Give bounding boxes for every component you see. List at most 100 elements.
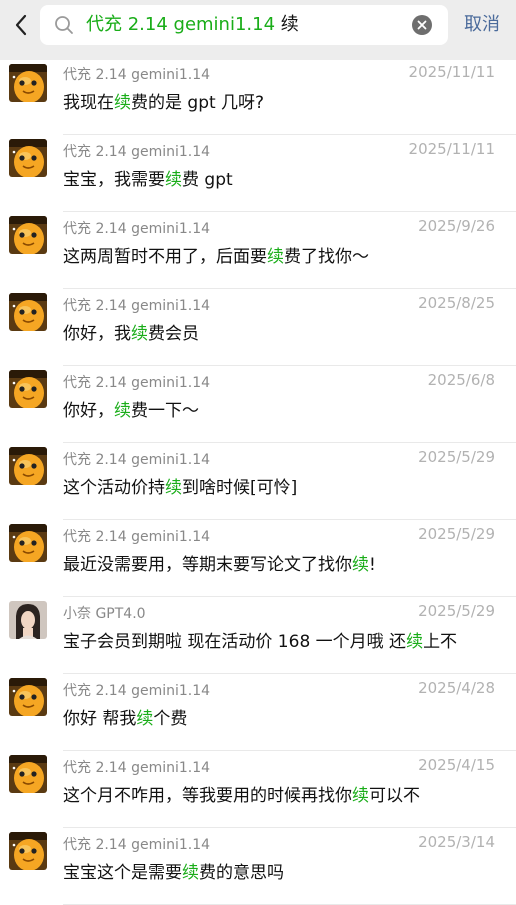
search-query-highlight: 代充 2.14 gemini1.14: [86, 14, 276, 35]
search-result-item[interactable]: 代充 2.14 gemini1.14 2025/11/11 我现在续费的是 gpt …: [0, 58, 516, 135]
snippet-keyword: 续: [136, 709, 154, 729]
search-result-item[interactable]: 代充 2.14 gemini1.14 2025/11/11 宝宝，我需要续费 gpt: [0, 135, 516, 212]
search-input[interactable]: 代充 2.14 gemini1.14 续: [40, 5, 448, 45]
avatar: [9, 524, 47, 562]
orange-mascot-avatar-icon: [9, 524, 47, 562]
back-button[interactable]: [6, 10, 36, 40]
snippet-text: 这个月不咋用，等我要用的时候再找你: [63, 786, 352, 806]
snippet-text: 你好，我: [63, 324, 131, 344]
orange-mascot-avatar-icon: [9, 293, 47, 331]
snippet-text: 你好，: [63, 401, 114, 421]
message-date: 2025/4/15: [418, 756, 495, 774]
avatar: [9, 293, 47, 331]
sender-name: 小奈 GPT4.0: [63, 606, 146, 622]
snippet-text: 费会员: [148, 324, 199, 344]
avatar: [9, 370, 47, 408]
snippet-text: 费 gpt: [182, 170, 233, 190]
snippet-text: 我现在: [63, 93, 114, 113]
sender-name: 代充 2.14 gemini1.14: [63, 683, 211, 699]
sender-name: 代充 2.14 gemini1.14: [63, 67, 211, 83]
orange-mascot-avatar-icon: [9, 832, 47, 870]
message-snippet: 这两周暂时不用了，后面要续费了找你～: [63, 242, 369, 267]
snippet-text: 上不: [423, 632, 458, 652]
snippet-text: 你好 帮我: [63, 709, 137, 729]
snippet-text: 费的是 gpt 几呀?: [131, 93, 265, 113]
search-result-item[interactable]: 代充 2.14 gemini1.14 2025/3/14 宝宝这个是需要续费的意思吗: [0, 828, 516, 905]
orange-mascot-avatar-icon: [9, 447, 47, 485]
search-result-item[interactable]: 代充 2.14 gemini1.14 2025/4/28 你好 帮我续个费: [0, 674, 516, 751]
snippet-keyword: 续: [267, 247, 284, 267]
search-result-item[interactable]: 代充 2.14 gemini1.14 2025/8/25 你好，我续费会员: [0, 289, 516, 366]
message-date: 2025/9/26: [418, 217, 495, 235]
snippet-text: 费一下～: [131, 401, 199, 421]
snippet-text: 最近没需要用，等期末要写论文了找你: [63, 555, 352, 575]
chevron-left-icon: [15, 14, 27, 36]
message-snippet: 这个活动价持续到啥时候[可怜]: [63, 473, 297, 498]
sender-name: 代充 2.14 gemini1.14: [63, 375, 211, 391]
orange-mascot-avatar-icon: [9, 139, 47, 177]
message-date: 2025/5/29: [418, 525, 495, 543]
orange-mascot-avatar-icon: [9, 216, 47, 254]
message-date: 2025/11/11: [408, 140, 495, 158]
message-date: 2025/6/8: [427, 371, 495, 389]
snippet-text: 个费: [153, 709, 188, 729]
search-query-tail: 续: [275, 14, 299, 35]
orange-mascot-avatar-icon: [9, 755, 47, 793]
avatar: [9, 447, 47, 485]
search-result-item[interactable]: 代充 2.14 gemini1.14 2025/4/15 这个月不咋用，等我要用的时…: [0, 751, 516, 828]
sender-name: 代充 2.14 gemini1.14: [63, 144, 211, 160]
search-results-list: 代充 2.14 gemini1.14 2025/11/11 我现在续费的是 gpt …: [0, 58, 516, 905]
snippet-keyword: 续: [131, 324, 148, 344]
avatar: [9, 832, 47, 870]
snippet-text: !: [369, 555, 376, 575]
snippet-keyword: 续: [352, 555, 369, 575]
search-query: 代充 2.14 gemini1.14 续: [86, 5, 299, 45]
message-date: 2025/5/29: [418, 602, 495, 620]
message-snippet: 宝宝，我需要续费 gpt: [63, 165, 233, 190]
snippet-text: 这两周暂时不用了，后面要: [63, 247, 267, 267]
search-result-item[interactable]: 代充 2.14 gemini1.14 2025/9/26 这两周暂时不用了，后面要续…: [0, 212, 516, 289]
snippet-keyword: 续: [165, 170, 182, 190]
snippet-text: 可以不: [369, 786, 420, 806]
clear-button[interactable]: [412, 15, 432, 35]
search-result-item[interactable]: 代充 2.14 gemini1.14 2025/6/8 你好，续费一下～: [0, 366, 516, 443]
orange-mascot-avatar-icon: [9, 64, 47, 102]
message-date: 2025/5/29: [418, 448, 495, 466]
sender-name: 代充 2.14 gemini1.14: [63, 298, 211, 314]
message-date: 2025/8/25: [418, 294, 495, 312]
sender-name: 代充 2.14 gemini1.14: [63, 529, 211, 545]
avatar: [9, 755, 47, 793]
message-snippet: 你好，我续费会员: [63, 319, 199, 344]
message-date: 2025/3/14: [418, 833, 495, 851]
snippet-keyword: 续: [352, 786, 369, 806]
avatar: [9, 678, 47, 716]
message-date: 2025/11/11: [408, 63, 495, 81]
sender-name: 代充 2.14 gemini1.14: [63, 760, 211, 776]
snippet-keyword: 续: [114, 93, 131, 113]
person-photo-avatar-icon: [9, 601, 47, 639]
search-result-item[interactable]: 代充 2.14 gemini1.14 2025/5/29 最近没需要用，等期末要写论…: [0, 520, 516, 597]
avatar: [9, 64, 47, 102]
close-icon: [417, 20, 427, 30]
avatar: [9, 601, 47, 639]
message-snippet: 你好 帮我续个费: [63, 704, 187, 729]
snippet-keyword: 续: [114, 401, 131, 421]
message-snippet: 这个月不咋用，等我要用的时候再找你续可以不: [63, 781, 420, 806]
sender-name: 代充 2.14 gemini1.14: [63, 221, 211, 237]
search-result-item[interactable]: 代充 2.14 gemini1.14 2025/5/29 这个活动价持续到啥时候[可…: [0, 443, 516, 520]
message-snippet: 你好，续费一下～: [63, 396, 199, 421]
search-header: 代充 2.14 gemini1.14 续 取消: [0, 0, 516, 60]
avatar: [9, 216, 47, 254]
snippet-text: 宝宝，我需要: [63, 170, 165, 190]
snippet-text: 宝宝这个是需要: [63, 863, 182, 883]
orange-mascot-avatar-icon: [9, 370, 47, 408]
message-snippet: 宝宝这个是需要续费的意思吗: [63, 858, 284, 883]
snippet-keyword: 续: [182, 863, 199, 883]
snippet-keyword: 续: [406, 632, 424, 652]
snippet-text: 到啥时候[可怜]: [182, 478, 298, 498]
cancel-button[interactable]: 取消: [464, 5, 500, 45]
snippet-keyword: 续: [165, 478, 182, 498]
avatar: [9, 139, 47, 177]
message-snippet: 最近没需要用，等期末要写论文了找你续!: [63, 550, 376, 575]
search-result-item[interactable]: 小奈 GPT4.0 2025/5/29 宝子会员到期啦 现在活动价 168 一个月哦…: [0, 597, 516, 674]
